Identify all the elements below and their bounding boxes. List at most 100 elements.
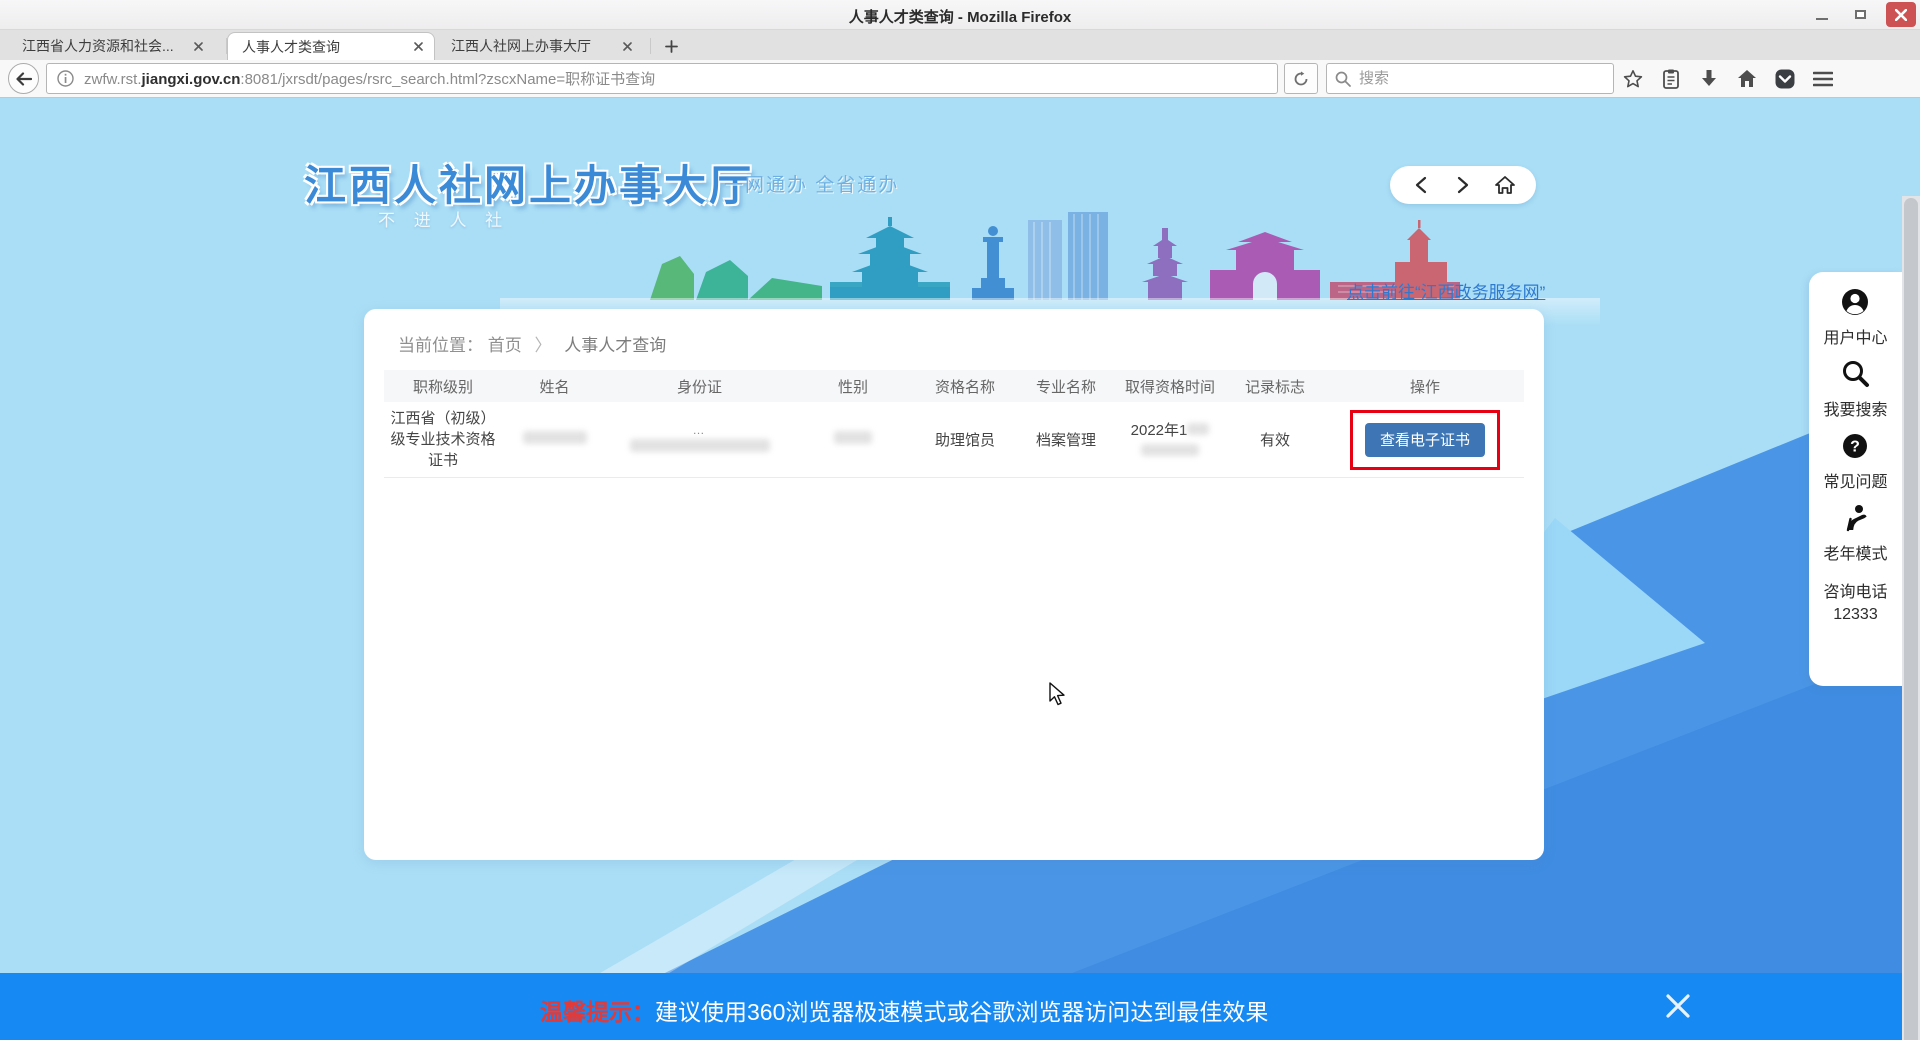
toolbar-icons [1620, 63, 1836, 94]
consult-phone-number: 12333 [1823, 604, 1887, 626]
url-domain: jiangxi.gov.cn [142, 71, 241, 88]
magnifier-icon [1839, 358, 1871, 390]
pocket-icon [1775, 69, 1795, 89]
breadcrumb-current: 人事人才查询 [564, 336, 666, 355]
info-icon[interactable] [57, 70, 74, 87]
cell-title-level: 江西省（初级）级专业技术资格证书 [384, 408, 502, 471]
back-button[interactable] [8, 63, 39, 94]
breadcrumb-separator: 〉 [534, 336, 551, 355]
sidebar-item-faq[interactable]: ? 常见问题 [1823, 430, 1887, 492]
column-header-major: 专业名称 [1016, 376, 1116, 397]
minimize-button[interactable] [1810, 3, 1834, 27]
url-bar[interactable]: zwfw.rst.jiangxi.gov.cn:8081/jxrsdt/page… [46, 63, 1278, 94]
elderly-person-icon [1839, 502, 1871, 534]
table-header-row: 职称级别 姓名 身份证 性别 资格名称 专业名称 取得资格时间 记录标志 操作 [384, 370, 1524, 402]
view-certificate-button[interactable]: 查看电子证书 [1365, 423, 1485, 457]
plus-icon [665, 40, 678, 53]
sidebar-item-elderly-mode[interactable]: 老年模式 [1823, 502, 1887, 564]
svg-text:?: ? [1851, 439, 1861, 456]
page-scrollbar[interactable] [1902, 196, 1920, 1040]
tab-jiangxi-hr-dept[interactable]: 江西省人力资源和社会... [8, 32, 226, 60]
maximize-button[interactable] [1848, 3, 1872, 27]
close-x-icon [1665, 993, 1691, 1019]
breadcrumb: 当前位置： 首页 〉 人事人才查询 [364, 309, 1544, 370]
cell-gender-redacted [792, 431, 914, 448]
new-tab-button[interactable] [658, 36, 684, 56]
redaction-blur [1187, 423, 1209, 435]
site-slogan: 不 进 人 社 [378, 206, 509, 231]
breadcrumb-home-link[interactable]: 首页 [488, 336, 522, 355]
window-titlebar: 人事人才类查询 - Mozilla Firefox [0, 0, 1920, 30]
redaction-dots: … [607, 423, 792, 437]
close-icon [1895, 9, 1907, 21]
redaction-blur [630, 439, 770, 452]
tab-personnel-query[interactable]: 人事人才类查询 [227, 32, 435, 60]
sidebar-item-label: 老年模式 [1823, 540, 1887, 564]
column-header-id-card: 身份证 [607, 376, 792, 397]
menu-button[interactable] [1810, 66, 1836, 92]
breadcrumb-label: 当前位置： [398, 336, 483, 355]
tip-message: 建议使用360浏览器极速模式或谷歌浏览器访问达到最佳效果 [655, 999, 1268, 1025]
site-subtitle: 一网通办 全省通办 [724, 170, 899, 197]
tab-close-icon[interactable] [194, 42, 203, 51]
pocket-button[interactable] [1772, 66, 1798, 92]
highlight-red-box: 查看电子证书 [1350, 410, 1500, 470]
column-header-record-flag: 记录标志 [1224, 376, 1326, 397]
bookmark-star-button[interactable] [1620, 66, 1646, 92]
tip-prefix: 温馨提示： [540, 999, 655, 1025]
page-back-button[interactable] [1406, 170, 1436, 200]
chevron-right-icon [1456, 176, 1470, 194]
tab-label: 人事人才类查询 [242, 37, 402, 57]
close-button[interactable] [1886, 2, 1916, 27]
banner-close-button[interactable] [1662, 990, 1694, 1022]
user-icon [1839, 286, 1871, 318]
search-input[interactable] [1359, 70, 1605, 87]
gov-service-link[interactable]: 点击前往“江西政务服务网” [1347, 278, 1545, 303]
download-icon [1700, 69, 1718, 89]
search-box[interactable] [1326, 63, 1614, 94]
reload-button[interactable] [1284, 63, 1318, 94]
sidebar-item-user-center[interactable]: 用户中心 [1823, 286, 1887, 348]
page-home-button[interactable] [1490, 170, 1520, 200]
site-title: 江西人社网上办事大厅 [304, 152, 754, 213]
url-text: zwfw.rst.jiangxi.gov.cn:8081/jxrsdt/page… [84, 68, 655, 89]
downloads-button[interactable] [1696, 66, 1722, 92]
minimize-icon [1816, 18, 1828, 20]
hamburger-menu-icon [1813, 71, 1833, 87]
home-icon [1737, 69, 1757, 88]
consult-phone: 咨询电话 12333 [1823, 582, 1887, 626]
tab-label: 江西人社网上办事大厅 [451, 36, 611, 56]
sidebar-item-label: 用户中心 [1823, 324, 1887, 348]
home-button[interactable] [1734, 66, 1760, 92]
obtain-time-visible: 2022年1 [1131, 422, 1188, 439]
tip-banner-text: 温馨提示：建议使用360浏览器极速模式或谷歌浏览器访问达到最佳效果 [540, 993, 1268, 1027]
scrollbar-thumb[interactable] [1904, 198, 1918, 1040]
sidebar-item-search[interactable]: 我要搜索 [1823, 358, 1887, 420]
side-panel: 用户中心 我要搜索 ? 常见问题 老年模式 咨询电话 [1809, 272, 1902, 686]
maximize-icon [1855, 10, 1866, 19]
library-icon [1662, 69, 1680, 89]
page-nav-pill [1390, 166, 1536, 204]
cell-obtain-time: 2022年1 [1116, 419, 1224, 460]
home-outline-icon [1494, 175, 1516, 195]
reload-icon [1293, 71, 1309, 87]
nav-toolbar: zwfw.rst.jiangxi.gov.cn:8081/jxrsdt/page… [0, 60, 1920, 98]
tab-close-icon[interactable] [623, 42, 632, 51]
tip-banner: 温馨提示：建议使用360浏览器极速模式或谷歌浏览器访问达到最佳效果 [0, 973, 1920, 1040]
tab-service-hall[interactable]: 江西人社网上办事大厅 [437, 32, 649, 60]
redaction-blur [834, 431, 872, 444]
tab-close-icon[interactable] [414, 42, 423, 51]
column-header-name: 姓名 [502, 376, 607, 397]
back-arrow-icon [16, 72, 32, 86]
results-table: 职称级别 姓名 身份证 性别 资格名称 专业名称 取得资格时间 记录标志 操作 … [384, 370, 1524, 478]
chevron-left-icon [1414, 176, 1428, 194]
sidebar-item-label: 常见问题 [1823, 468, 1887, 492]
window-title: 人事人才类查询 - Mozilla Firefox [0, 6, 1920, 27]
tab-strip: 江西省人力资源和社会... 人事人才类查询 江西人社网上办事大厅 [0, 30, 1920, 60]
mouse-cursor [1048, 682, 1070, 706]
library-button[interactable] [1658, 66, 1684, 92]
column-header-obtain-time: 取得资格时间 [1116, 376, 1224, 397]
search-icon [1335, 71, 1351, 87]
question-icon: ? [1839, 430, 1871, 462]
page-forward-button[interactable] [1448, 170, 1478, 200]
